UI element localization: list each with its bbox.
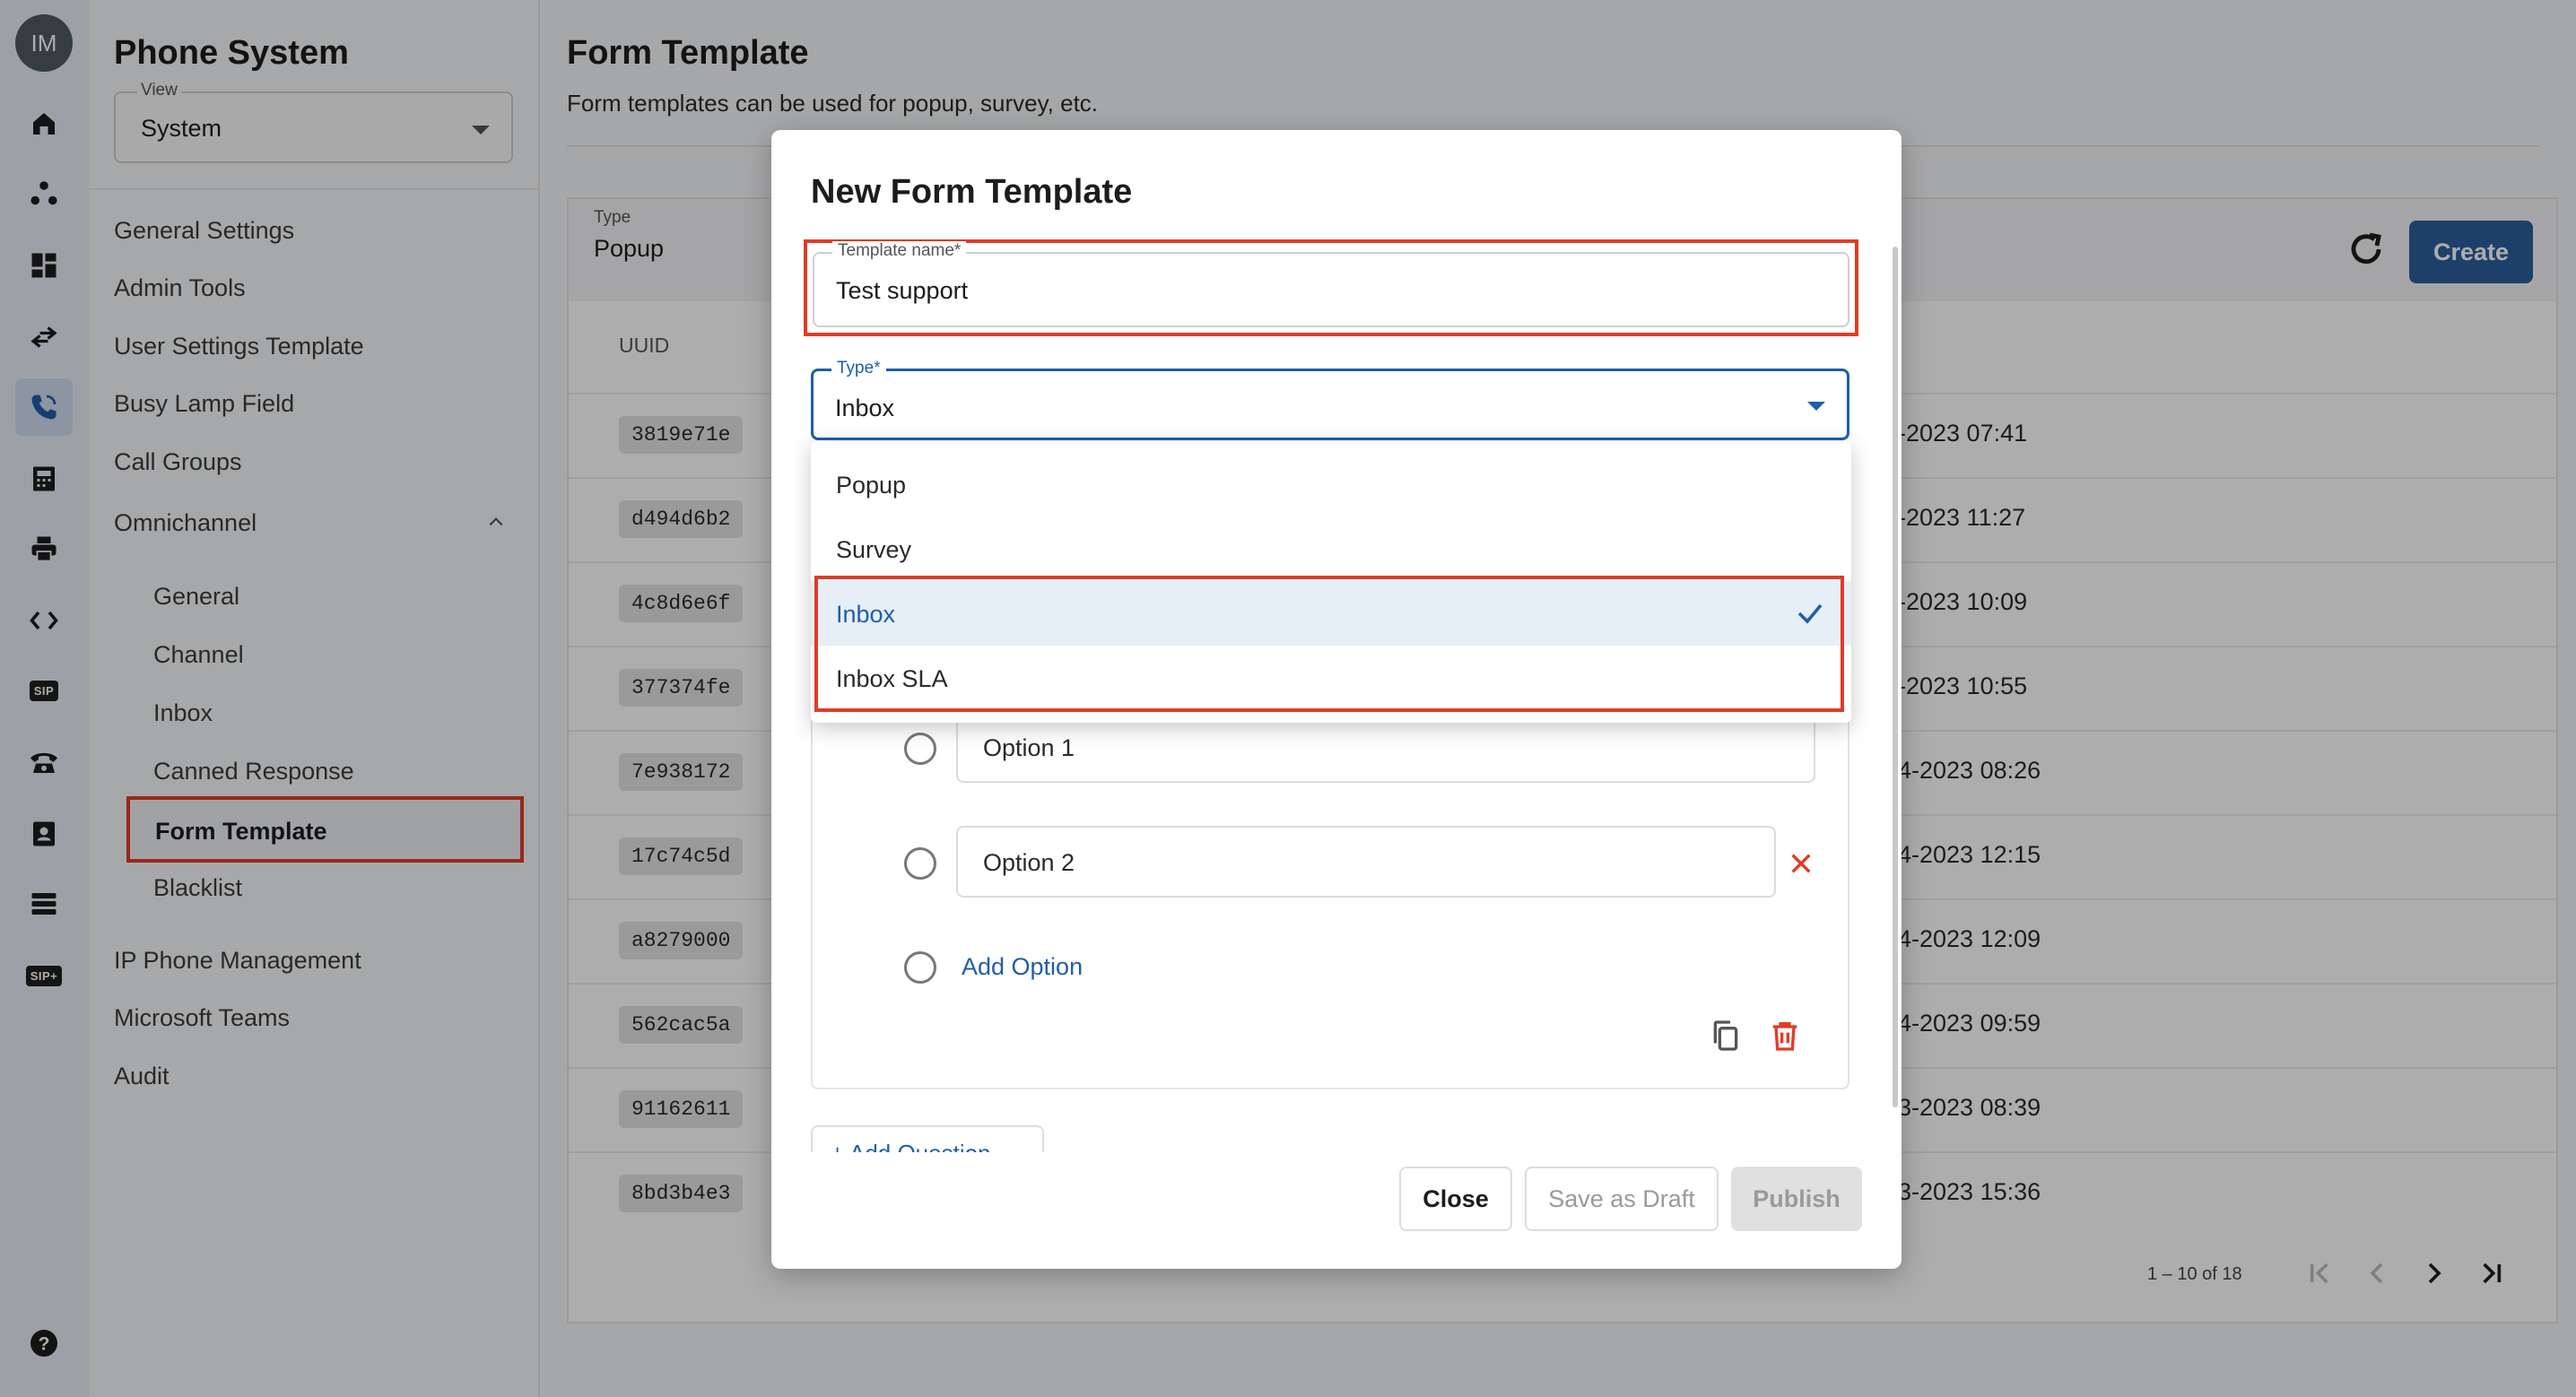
option-radio[interactable] xyxy=(904,733,936,765)
option-2-input[interactable]: Option 2 xyxy=(956,826,1776,898)
duplicate-icon[interactable] xyxy=(1708,1018,1744,1054)
highlight-box xyxy=(814,576,1844,712)
dialog-scrollbar[interactable] xyxy=(1893,247,1898,1107)
option-radio xyxy=(904,951,936,984)
option-1-text: Option 1 xyxy=(983,734,1075,761)
add-option-link[interactable]: Add Option xyxy=(962,953,1083,981)
menu-item-survey[interactable]: Survey xyxy=(811,516,1851,581)
caret-down-icon xyxy=(1807,402,1825,411)
add-question-label: + Add Question xyxy=(831,1140,991,1152)
type-select[interactable]: Type* Inbox xyxy=(811,359,1849,440)
template-name-value: Test support xyxy=(836,277,969,304)
dialog-title: New Form Template xyxy=(811,173,1133,211)
publish-button[interactable]: Publish xyxy=(1731,1167,1862,1231)
save-draft-button[interactable]: Save as Draft xyxy=(1525,1167,1719,1231)
type-label: Type* xyxy=(831,359,886,378)
menu-item-popup[interactable]: Popup xyxy=(811,452,1851,516)
template-name-label: Template name* xyxy=(832,241,967,261)
menu-item-label: Survey xyxy=(836,536,912,563)
type-value: Inbox xyxy=(835,395,895,421)
close-button[interactable]: Close xyxy=(1399,1167,1512,1231)
delete-icon[interactable] xyxy=(1767,1018,1803,1054)
option-radio[interactable] xyxy=(904,847,936,880)
add-question-button[interactable]: + Add Question xyxy=(811,1125,1044,1152)
menu-item-label: Popup xyxy=(836,472,907,499)
option-2-text: Option 2 xyxy=(983,849,1075,876)
template-name-field[interactable]: Template name* Test support xyxy=(813,241,1849,327)
remove-option-icon[interactable] xyxy=(1787,849,1815,878)
